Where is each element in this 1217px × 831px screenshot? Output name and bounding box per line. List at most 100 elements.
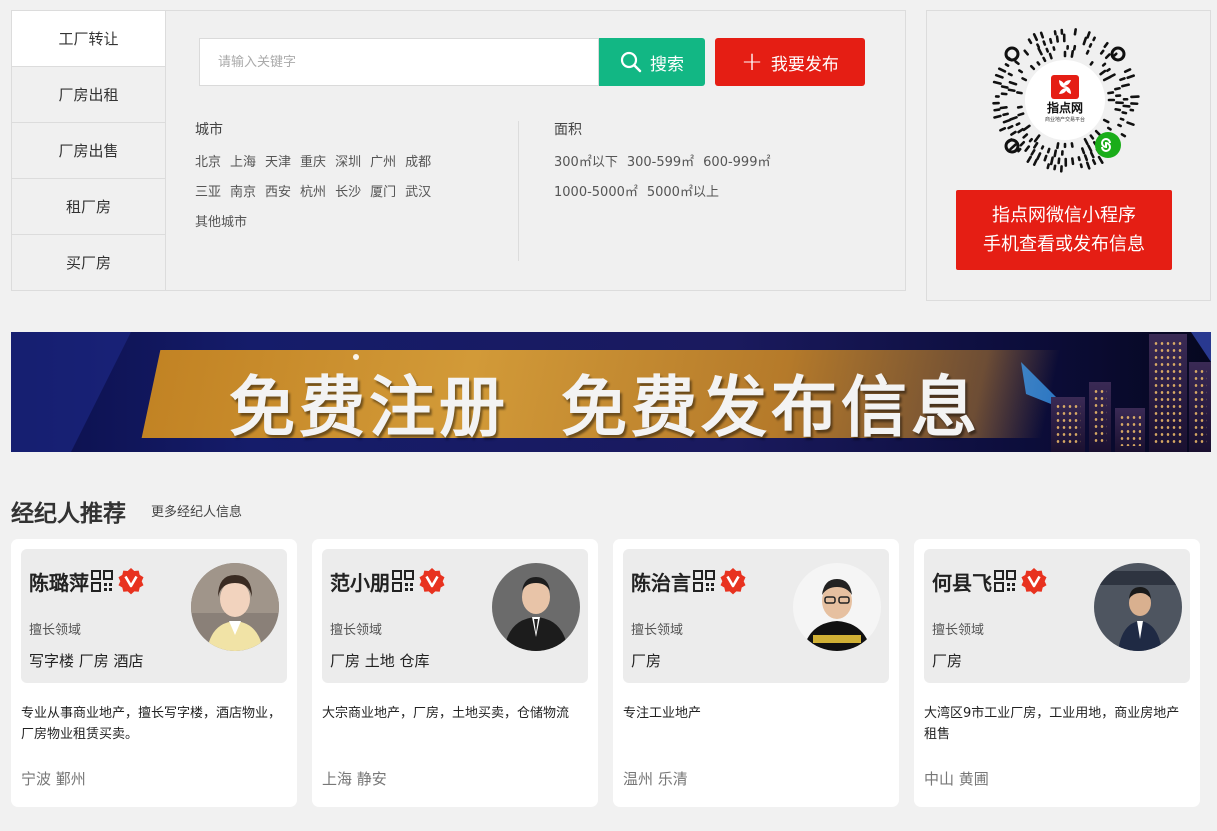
publish-button[interactable]: + 我要发布 bbox=[715, 38, 865, 86]
qr-module bbox=[1022, 133, 1029, 139]
city-link[interactable]: 重庆 bbox=[300, 155, 326, 170]
building-icon bbox=[1149, 334, 1187, 452]
agent-card-header: 范小朋 擅长领域 厂房 土地 仓库 bbox=[322, 549, 588, 683]
qr-module bbox=[1120, 133, 1127, 138]
qr-module bbox=[1081, 147, 1086, 155]
qr-module bbox=[1119, 77, 1126, 82]
city-link[interactable]: 三亚 bbox=[195, 185, 221, 200]
area-link[interactable]: 300㎡以下 bbox=[554, 155, 618, 170]
qr-module bbox=[1032, 158, 1038, 166]
qr-module bbox=[1045, 47, 1049, 53]
city-link[interactable]: 厦门 bbox=[370, 185, 396, 200]
agent-card[interactable]: 陈璐萍 擅长领域 写字楼 厂房 酒店 专业从事商业地产，擅长写字楼，酒店物业，厂… bbox=[11, 539, 297, 807]
qr-module bbox=[1019, 140, 1026, 147]
qr-module bbox=[1004, 63, 1010, 67]
qr-module bbox=[992, 80, 1002, 85]
qr-module bbox=[1072, 44, 1077, 51]
qr-module bbox=[1087, 144, 1093, 153]
category-factory-sale[interactable]: 厂房出售 bbox=[12, 123, 165, 179]
qr-module bbox=[1040, 145, 1045, 150]
agent-card[interactable]: 范小朋 擅长领域 厂房 土地 仓库 大宗商业地产，厂房，土地买卖，仓储物流 上海… bbox=[312, 539, 598, 807]
qr-code-icon[interactable] bbox=[392, 570, 414, 592]
city-link[interactable]: 南京 bbox=[230, 185, 256, 200]
agent-card-header: 陈璐萍 擅长领域 写字楼 厂房 酒店 bbox=[21, 549, 287, 683]
qr-module bbox=[1123, 68, 1132, 74]
agents-more-link[interactable]: 更多经纪人信息 bbox=[151, 501, 242, 520]
qr-module bbox=[1082, 36, 1088, 46]
area-link[interactable]: 5000㎡以上 bbox=[647, 185, 719, 200]
agent-avatar[interactable] bbox=[492, 563, 580, 651]
city-link[interactable]: 武汉 bbox=[405, 185, 431, 200]
agent-card[interactable]: 陈治言 擅长领域 厂房 专注工业地产 温州 乐清 bbox=[613, 539, 899, 807]
qr-module bbox=[1085, 49, 1090, 55]
qr-module bbox=[1021, 77, 1028, 82]
qr-module bbox=[1009, 116, 1018, 121]
qr-module bbox=[1094, 129, 1101, 136]
qr-module bbox=[1002, 112, 1009, 117]
category-factory-rent[interactable]: 厂房出租 bbox=[12, 67, 165, 123]
agent-avatar[interactable] bbox=[191, 563, 279, 651]
category-buy-factory[interactable]: 买厂房 bbox=[12, 235, 165, 290]
qr-module bbox=[1017, 112, 1025, 117]
city-link[interactable]: 长沙 bbox=[335, 185, 361, 200]
register-banner[interactable]: 免费注册 免费发布信息 bbox=[11, 332, 1211, 452]
mini-program-qr-code[interactable]: 指点网 商业地产交易平台 bbox=[990, 25, 1140, 175]
qr-module bbox=[1049, 37, 1053, 44]
qr-code-icon[interactable] bbox=[994, 570, 1016, 592]
qr-module bbox=[1103, 41, 1109, 48]
qr-module bbox=[1033, 134, 1041, 143]
qr-module bbox=[1010, 130, 1017, 136]
agent-card[interactable]: 何县飞 擅长领域 厂房 大湾区9市工业厂房，工业用地，商业房地产租售 中山 黄圃 bbox=[914, 539, 1200, 807]
area-link[interactable]: 300-599㎡ bbox=[627, 155, 694, 170]
area-link[interactable]: 600-999㎡ bbox=[703, 155, 770, 170]
qr-module bbox=[1126, 74, 1135, 80]
agent-avatar[interactable] bbox=[793, 563, 881, 651]
qr-module bbox=[1122, 104, 1131, 108]
agent-avatar[interactable] bbox=[1094, 563, 1182, 651]
search-icon bbox=[620, 51, 642, 73]
qr-module bbox=[997, 67, 1007, 73]
qr-logo-subtext: 商业地产交易平台 bbox=[1045, 116, 1085, 123]
city-link[interactable]: 西安 bbox=[265, 185, 291, 200]
qr-module bbox=[1083, 154, 1089, 162]
agent-location: 温州 乐清 bbox=[623, 770, 688, 788]
skill-label: 擅长领域 bbox=[29, 623, 82, 638]
qr-code-icon[interactable] bbox=[91, 570, 113, 592]
qr-module bbox=[1023, 49, 1029, 56]
qr-module bbox=[999, 106, 1008, 110]
area-link[interactable]: 1000-5000㎡ bbox=[554, 185, 638, 200]
qr-module bbox=[1083, 137, 1089, 146]
qr-module bbox=[1037, 47, 1043, 56]
qr-code-icon[interactable] bbox=[693, 570, 715, 592]
agent-skills: 厂房 土地 仓库 bbox=[330, 652, 430, 670]
city-link[interactable]: 北京 bbox=[195, 155, 221, 170]
search-input[interactable] bbox=[199, 38, 599, 86]
qr-module bbox=[1056, 142, 1060, 150]
qr-module bbox=[1007, 72, 1013, 77]
wechat-mini-program-icon bbox=[1095, 132, 1121, 158]
mini-program-promo: 指点网微信小程序 手机查看或发布信息 bbox=[956, 190, 1172, 270]
city-link[interactable]: 上海 bbox=[230, 155, 256, 170]
agent-description: 大宗商业地产，厂房，土地买卖，仓储物流 bbox=[322, 706, 570, 721]
qr-module bbox=[1022, 124, 1031, 132]
qr-module bbox=[1073, 28, 1077, 36]
category-factory-transfer[interactable]: 工厂转让 bbox=[12, 11, 165, 67]
skill-label: 擅长领域 bbox=[932, 623, 985, 638]
qr-module bbox=[1102, 118, 1110, 124]
city-link[interactable]: 天津 bbox=[265, 155, 291, 170]
qr-module bbox=[1036, 61, 1041, 66]
qr-module bbox=[1102, 75, 1112, 82]
search-button[interactable]: 搜索 bbox=[599, 38, 705, 86]
city-link[interactable]: 杭州 bbox=[300, 185, 326, 200]
qr-module bbox=[1009, 143, 1017, 151]
qr-module bbox=[1028, 137, 1033, 143]
city-link[interactable]: 深圳 bbox=[335, 155, 361, 170]
qr-module bbox=[1032, 33, 1039, 42]
category-rent-factory[interactable]: 租厂房 bbox=[12, 179, 165, 235]
qr-module bbox=[1053, 149, 1058, 158]
city-link[interactable]: 广州 bbox=[370, 155, 396, 170]
city-link[interactable]: 成都 bbox=[405, 155, 431, 170]
qr-module bbox=[1002, 118, 1011, 124]
city-link-other[interactable]: 其他城市 bbox=[195, 215, 247, 230]
publish-button-label: 我要发布 bbox=[770, 54, 839, 75]
